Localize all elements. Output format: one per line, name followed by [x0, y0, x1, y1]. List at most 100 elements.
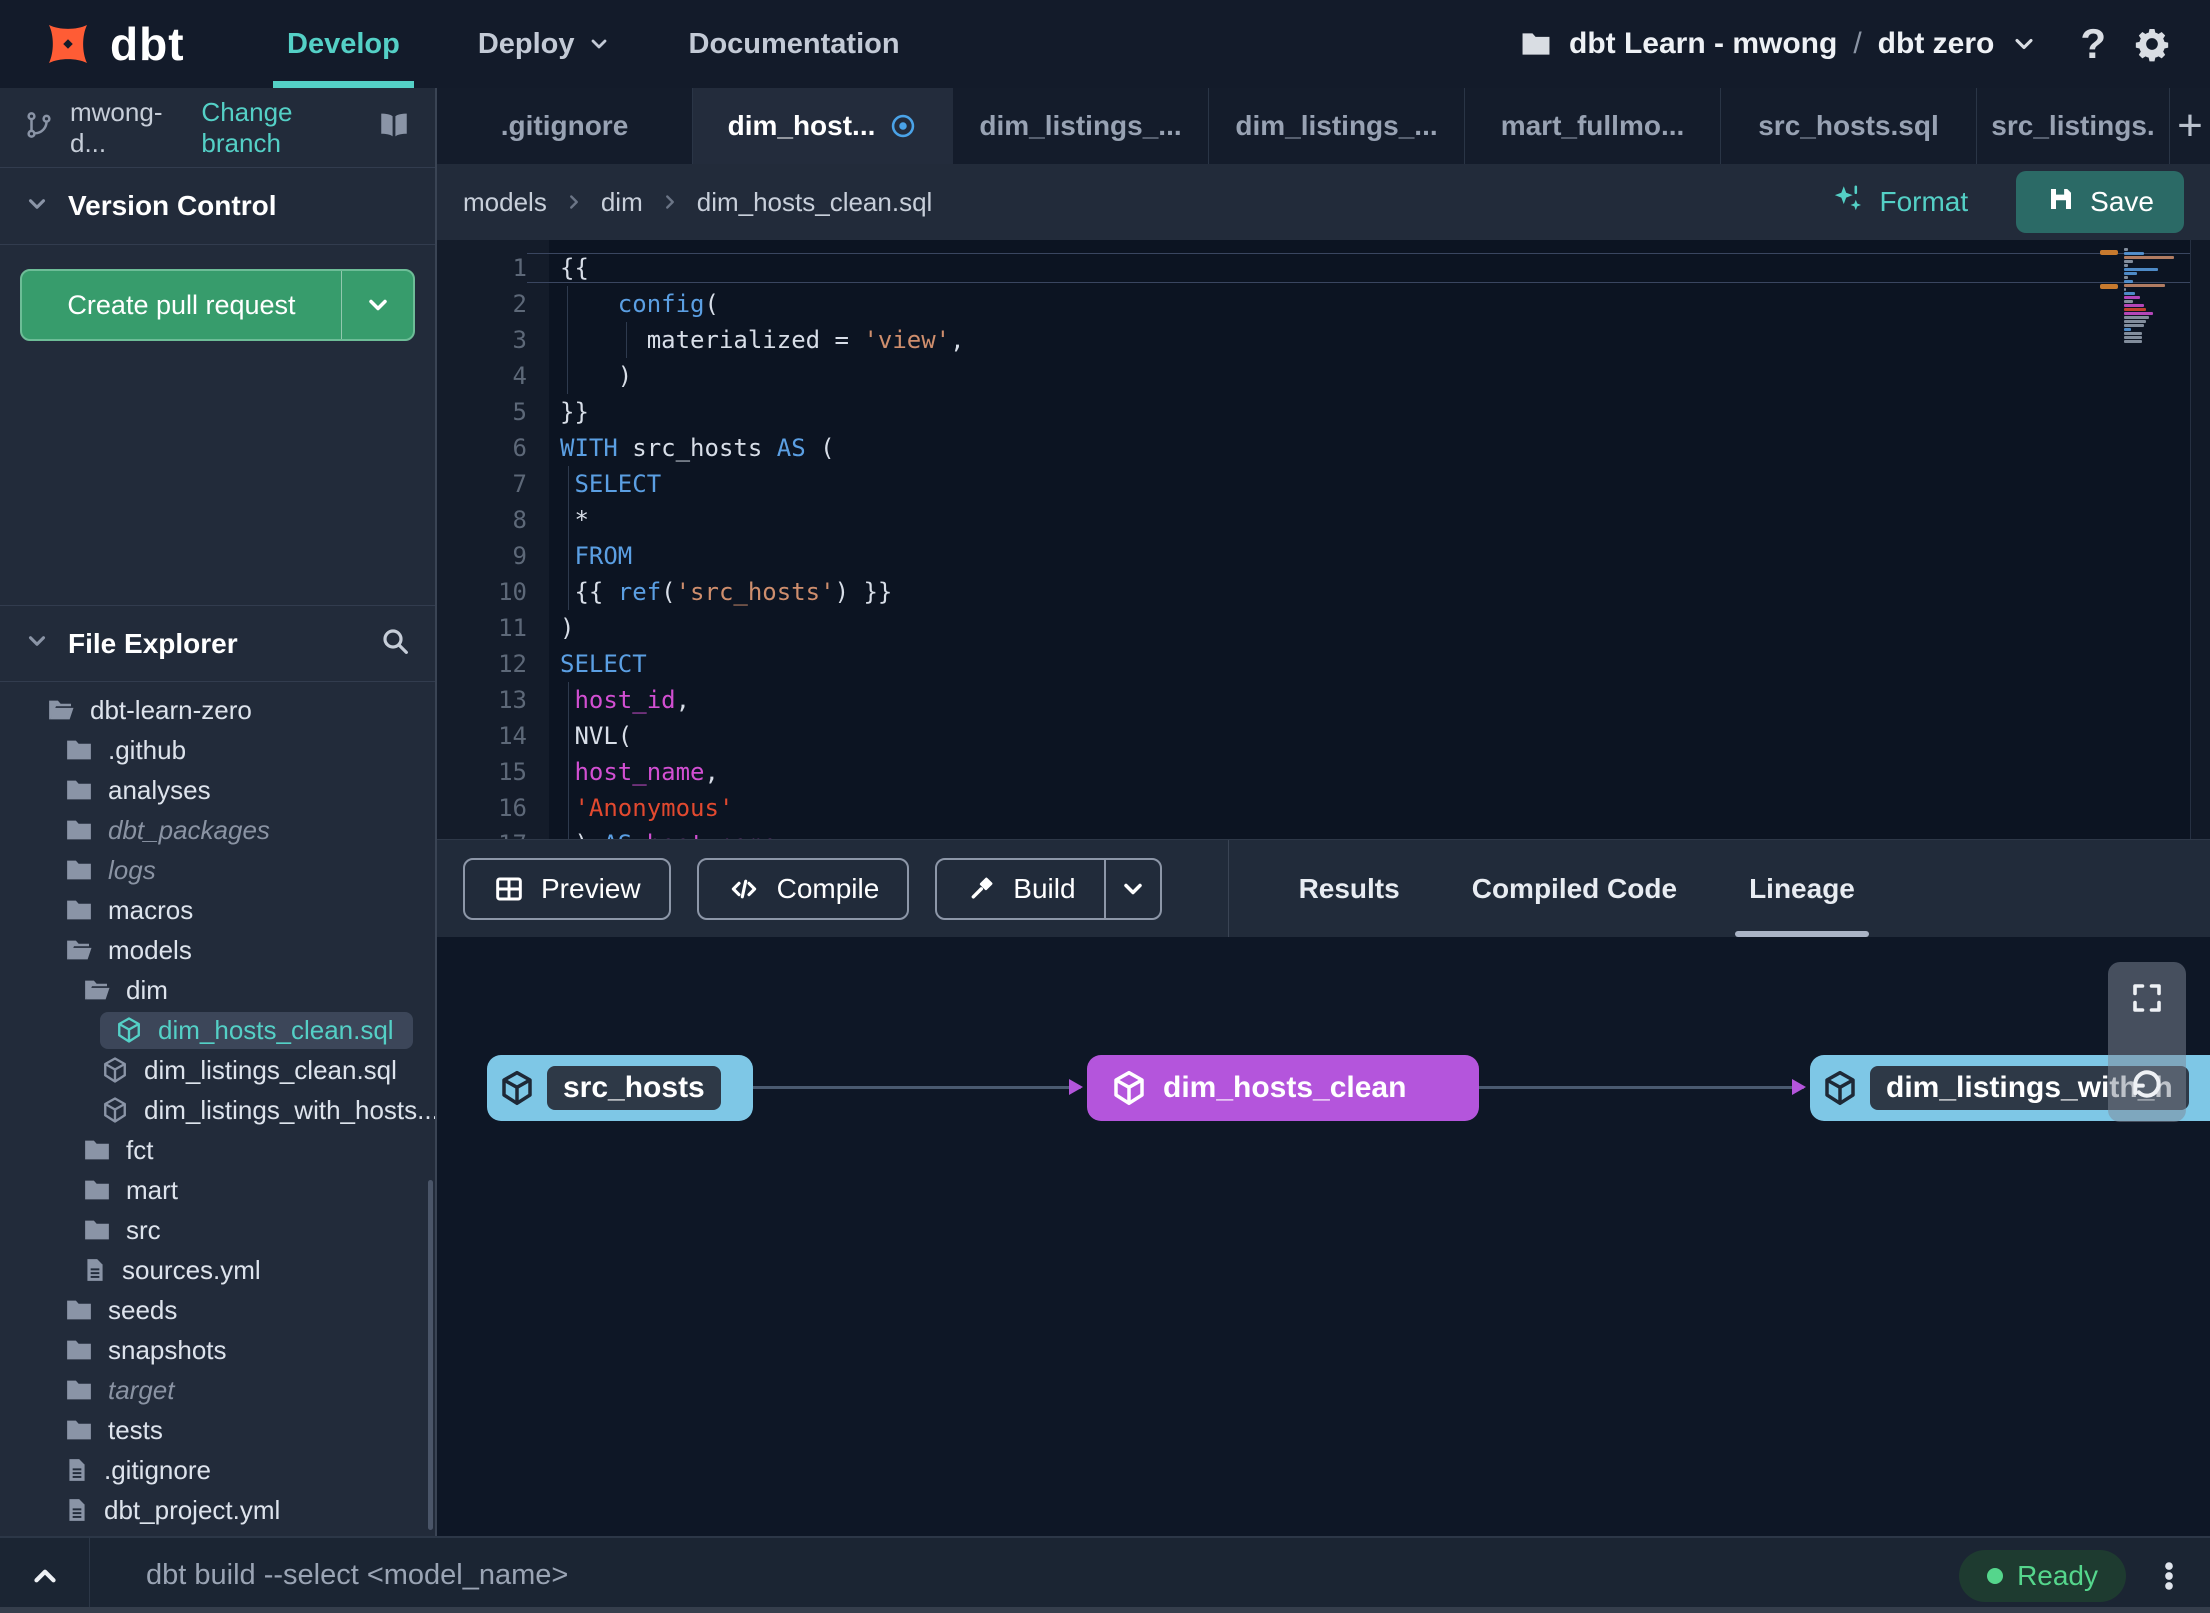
line-number: 4: [512, 362, 527, 390]
tree-item-tests[interactable]: tests: [0, 1410, 435, 1450]
code-line-9[interactable]: 9 FROM: [437, 538, 2210, 574]
code-line-2[interactable]: 2 config(: [437, 286, 2210, 322]
chevron-up-icon[interactable]: [0, 1538, 90, 1613]
code-line-13[interactable]: 13 host_id,: [437, 682, 2210, 718]
new-tab-button[interactable]: +: [2170, 88, 2210, 164]
code-line-10[interactable]: 10 {{ ref('src_hosts') }}: [437, 574, 2210, 610]
pr-dropdown-chevron[interactable]: [341, 271, 413, 339]
kebab-menu-icon[interactable]: [2152, 1559, 2186, 1593]
minimap[interactable]: [2124, 248, 2180, 344]
change-branch-link[interactable]: Change branch: [201, 97, 361, 159]
command-input[interactable]: dbt build --select <model_name>: [146, 1559, 568, 1592]
code-line-8[interactable]: 8 *: [437, 502, 2210, 538]
code-line-15[interactable]: 15 host_name,: [437, 754, 2210, 790]
tab-results[interactable]: Results: [1299, 840, 1400, 937]
nav-item-label: Deploy: [477, 27, 575, 60]
tree-item-models[interactable]: models: [0, 930, 435, 970]
breadcrumb-file[interactable]: dim_hosts_clean.sql: [697, 187, 933, 218]
editor-tab-dim-listings-[interactable]: dim_listings_...: [953, 88, 1209, 164]
lineage-node-src-hosts[interactable]: src_hosts: [487, 1055, 753, 1121]
create-pull-request-button[interactable]: Create pull request: [20, 269, 415, 341]
button-label: Compile: [776, 872, 880, 904]
tree-item-label: dim_hosts_clean.sql: [158, 1014, 394, 1045]
nav-item-documentation[interactable]: Documentation: [689, 0, 900, 88]
tree-item-seeds[interactable]: seeds: [0, 1290, 435, 1330]
editor-scrollbar-track[interactable]: [2190, 240, 2210, 839]
tree-item-dim-listings-clean-sql[interactable]: dim_listings_clean.sql: [0, 1050, 435, 1090]
lineage-node-dim-hosts-clean[interactable]: dim_hosts_clean: [1087, 1055, 1479, 1121]
format-button[interactable]: Format: [1831, 182, 1968, 223]
sidebar-scrollbar[interactable]: [428, 1180, 433, 1530]
line-number: 11: [498, 614, 527, 642]
code-line-3[interactable]: 3 materialized = 'view',: [437, 322, 2210, 358]
compile-button[interactable]: Compile: [696, 857, 910, 920]
code-line-17[interactable]: 17 ) AS host_name,: [437, 826, 2210, 839]
code-line-14[interactable]: 14 NVL(: [437, 718, 2210, 754]
editor-tab--gitignore[interactable]: .gitignore: [437, 88, 693, 164]
tree-item-dim-hosts-clean-sql[interactable]: dim_hosts_clean.sql: [0, 1010, 435, 1050]
tree-item-snapshots[interactable]: snapshots: [0, 1330, 435, 1370]
code-line-5[interactable]: 5}}: [437, 394, 2210, 430]
line-number: 3: [512, 326, 527, 354]
tree-item-fct[interactable]: fct: [0, 1130, 435, 1170]
tree-item--github[interactable]: .github: [0, 730, 435, 770]
model-cube-icon: [100, 1095, 130, 1125]
tree-item--gitignore[interactable]: .gitignore: [0, 1450, 435, 1490]
line-number: 10: [498, 578, 527, 606]
editor-tab-src-hosts-sql[interactable]: src_hosts.sql: [1721, 88, 1977, 164]
brand-text: dbt: [110, 18, 185, 70]
version-control-header[interactable]: Version Control: [0, 168, 435, 245]
tree-item-logs[interactable]: logs: [0, 850, 435, 890]
search-icon[interactable]: [379, 625, 411, 662]
editor-tab-src-listings-[interactable]: src_listings.: [1977, 88, 2170, 164]
tab-compiled-code[interactable]: Compiled Code: [1472, 840, 1677, 937]
nav-item-develop[interactable]: Develop: [273, 0, 414, 88]
breadcrumb-dim[interactable]: dim: [601, 187, 643, 218]
minimap-line: [2124, 256, 2175, 259]
editor-tab-dim-host-[interactable]: dim_host...: [693, 88, 953, 164]
code-line-4[interactable]: 4 ): [437, 358, 2210, 394]
git-branch-icon: [24, 110, 54, 145]
help-icon[interactable]: ?: [2080, 20, 2106, 68]
breadcrumb-models[interactable]: models: [463, 187, 547, 218]
minimap-line: [2124, 272, 2137, 275]
tree-item-dim-listings-with-hosts-[interactable]: dim_listings_with_hosts...: [0, 1090, 435, 1130]
nav-item-deploy[interactable]: Deploy: [478, 0, 611, 88]
tree-item-dbt-project-yml[interactable]: dbt_project.yml: [0, 1490, 435, 1530]
tree-item-analyses[interactable]: analyses: [0, 770, 435, 810]
preview-button[interactable]: Preview: [463, 857, 671, 920]
tree-item-src[interactable]: src: [0, 1210, 435, 1250]
code-line-1[interactable]: 1{{: [437, 250, 2210, 286]
book-icon[interactable]: [377, 108, 411, 147]
build-dropdown-chevron[interactable]: [1103, 859, 1160, 918]
project-switcher[interactable]: dbt Learn - mwong / dbt zero: [1519, 27, 2038, 61]
result-tabs: Results Compiled Code Lineage: [1299, 840, 1869, 937]
build-button[interactable]: Build: [935, 857, 1162, 920]
code-lines: 1{{2 config(3 materialized = 'view', 4 ) 5…: [437, 240, 2210, 839]
code-line-7[interactable]: 7 SELECT: [437, 466, 2210, 502]
tree-item-dim[interactable]: dim: [0, 970, 435, 1010]
code-editor[interactable]: 1{{2 config(3 materialized = 'view', 4 ) 5…: [437, 240, 2210, 839]
bottom-toolbar: Preview Compile Build Results Compiled Code…: [437, 839, 2210, 937]
tree-item-dbt-learn-zero[interactable]: dbt-learn-zero: [0, 690, 435, 730]
tab-lineage[interactable]: Lineage: [1735, 840, 1869, 937]
fullscreen-icon[interactable]: [2129, 980, 2165, 1016]
gear-icon[interactable]: [2132, 24, 2172, 64]
code-line-6[interactable]: 6 WITH src_hosts AS (: [437, 430, 2210, 466]
tree-item-dbt-packages[interactable]: dbt_packages: [0, 810, 435, 850]
code-line-16[interactable]: 16 'Anonymous': [437, 790, 2210, 826]
tree-item-macros[interactable]: macros: [0, 890, 435, 930]
tree-item-mart[interactable]: mart: [0, 1170, 435, 1210]
editor-tab-mart-fullmo-[interactable]: mart_fullmo...: [1465, 88, 1721, 164]
file-explorer-header[interactable]: File Explorer: [0, 605, 435, 682]
code-line-11[interactable]: 11): [437, 610, 2210, 646]
editor-tab-dim-listings-[interactable]: dim_listings_...: [1209, 88, 1465, 164]
button-label: Build: [1013, 872, 1076, 904]
code-line-12[interactable]: 12 SELECT: [437, 646, 2210, 682]
tree-item-target[interactable]: target: [0, 1370, 435, 1410]
folder-icon: [64, 1375, 94, 1405]
tree-item-sources-yml[interactable]: sources.yml: [0, 1250, 435, 1290]
breadcrumb: models dim dim_hosts_clean.sql: [463, 187, 932, 218]
refresh-icon[interactable]: [2127, 1064, 2167, 1104]
save-button[interactable]: Save: [2016, 171, 2184, 233]
